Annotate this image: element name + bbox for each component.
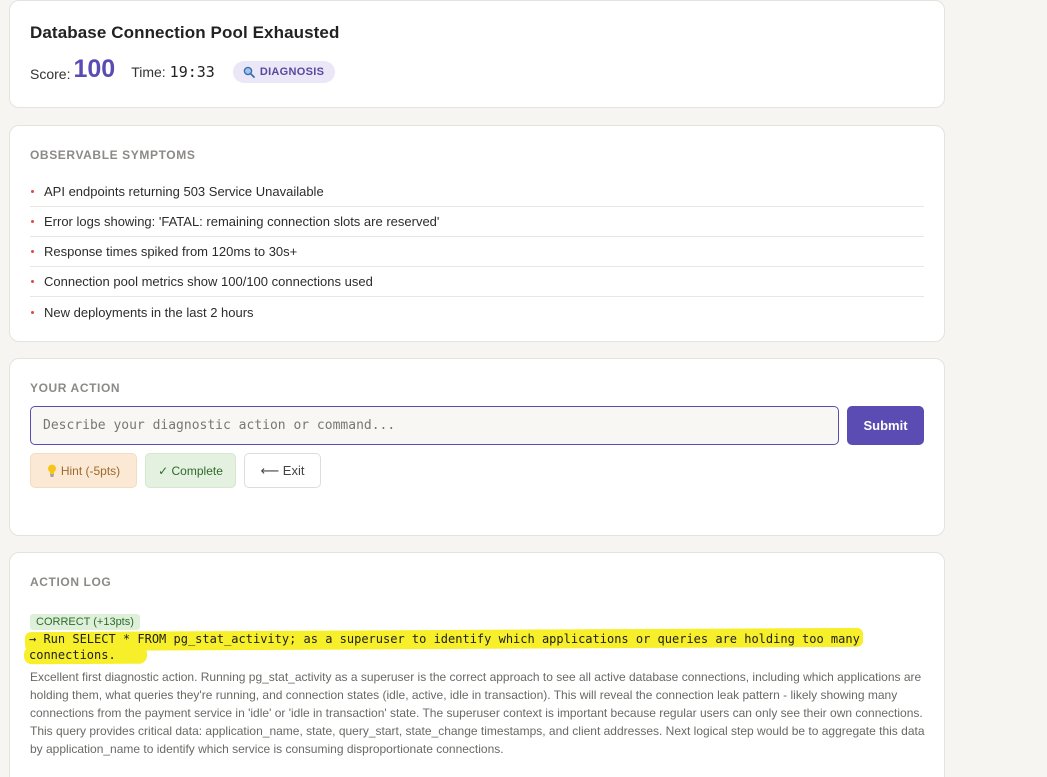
bullet-dot — [31, 250, 34, 253]
bullet-dot — [31, 280, 34, 283]
complete-button-label: ✓ Complete — [158, 463, 223, 478]
action-button-row: Hint (-5pts) ✓ Complete ⟵ Exit — [30, 453, 924, 488]
hint-button[interactable]: Hint (-5pts) — [30, 453, 137, 488]
incident-meta: Score: 100 Time: 19:33 DIAGNOSIS — [30, 55, 924, 86]
symptom-text: Connection pool metrics show 100/100 con… — [44, 274, 373, 289]
incident-title: Database Connection Pool Exhausted — [30, 23, 340, 42]
symptom-item: New deployments in the last 2 hours — [30, 297, 924, 327]
symptoms-card: OBSERVABLE SYMPTOMS API endpoints return… — [9, 125, 945, 342]
phase-badge: DIAGNOSIS — [232, 60, 336, 83]
symptom-text: Response times spiked from 120ms to 30s+ — [44, 244, 298, 259]
log-command: → Run SELECT * FROM pg_stat_activity; as… — [29, 632, 860, 662]
action-heading: YOUR ACTION — [30, 381, 121, 395]
submit-button[interactable]: Submit — [847, 406, 924, 445]
action-log-card: ACTION LOG CORRECT (+13pts) → Run SELECT… — [9, 552, 945, 777]
bullet-dot — [31, 310, 34, 314]
time-value: 19:33 — [169, 62, 215, 81]
score-value: 100 — [73, 55, 116, 83]
complete-button[interactable]: ✓ Complete — [145, 453, 236, 488]
hint-button-label: Hint (-5pts) — [60, 463, 121, 478]
symptom-item: Error logs showing: 'FATAL: remaining co… — [30, 207, 924, 237]
bullet-dot — [31, 220, 34, 223]
action-log-heading: ACTION LOG — [30, 575, 112, 589]
lightbulb-icon — [47, 464, 56, 477]
time-label: Time: — [131, 63, 166, 80]
symptom-item: Connection pool metrics show 100/100 con… — [30, 267, 924, 297]
log-feedback: Excellent first diagnostic action. Runni… — [30, 670, 925, 756]
symptom-text: Error logs showing: 'FATAL: remaining co… — [44, 214, 440, 229]
magnifier-icon — [243, 66, 255, 78]
action-input-row: Submit — [30, 406, 924, 445]
symptom-text: New deployments in the last 2 hours — [44, 304, 254, 320]
incident-header-card: Database Connection Pool Exhausted Score… — [9, 0, 945, 108]
log-result-badge: CORRECT (+13pts) — [30, 614, 140, 630]
action-input[interactable] — [30, 406, 839, 445]
log-entry: CORRECT (+13pts) → Run SELECT * FROM pg_… — [23, 589, 925, 758]
symptom-item: Response times spiked from 120ms to 30s+ — [30, 237, 924, 267]
action-card: YOUR ACTION Submit Hint (-5pts) ✓ Comple… — [9, 358, 945, 536]
bullet-dot — [31, 190, 34, 193]
phase-badge-label: DIAGNOSIS — [259, 65, 325, 78]
score-label: Score: — [30, 65, 71, 82]
symptom-item: API endpoints returning 503 Service Unav… — [30, 177, 924, 207]
log-command-block: → Run SELECT * FROM pg_stat_activity; as… — [23, 627, 924, 665]
symptom-text: API endpoints returning 503 Service Unav… — [44, 184, 324, 199]
symptoms-heading: OBSERVABLE SYMPTOMS — [30, 148, 196, 162]
exit-button[interactable]: ⟵ Exit — [244, 453, 321, 488]
symptoms-list: API endpoints returning 503 Service Unav… — [30, 177, 924, 327]
exit-button-label: ⟵ Exit — [260, 462, 305, 478]
